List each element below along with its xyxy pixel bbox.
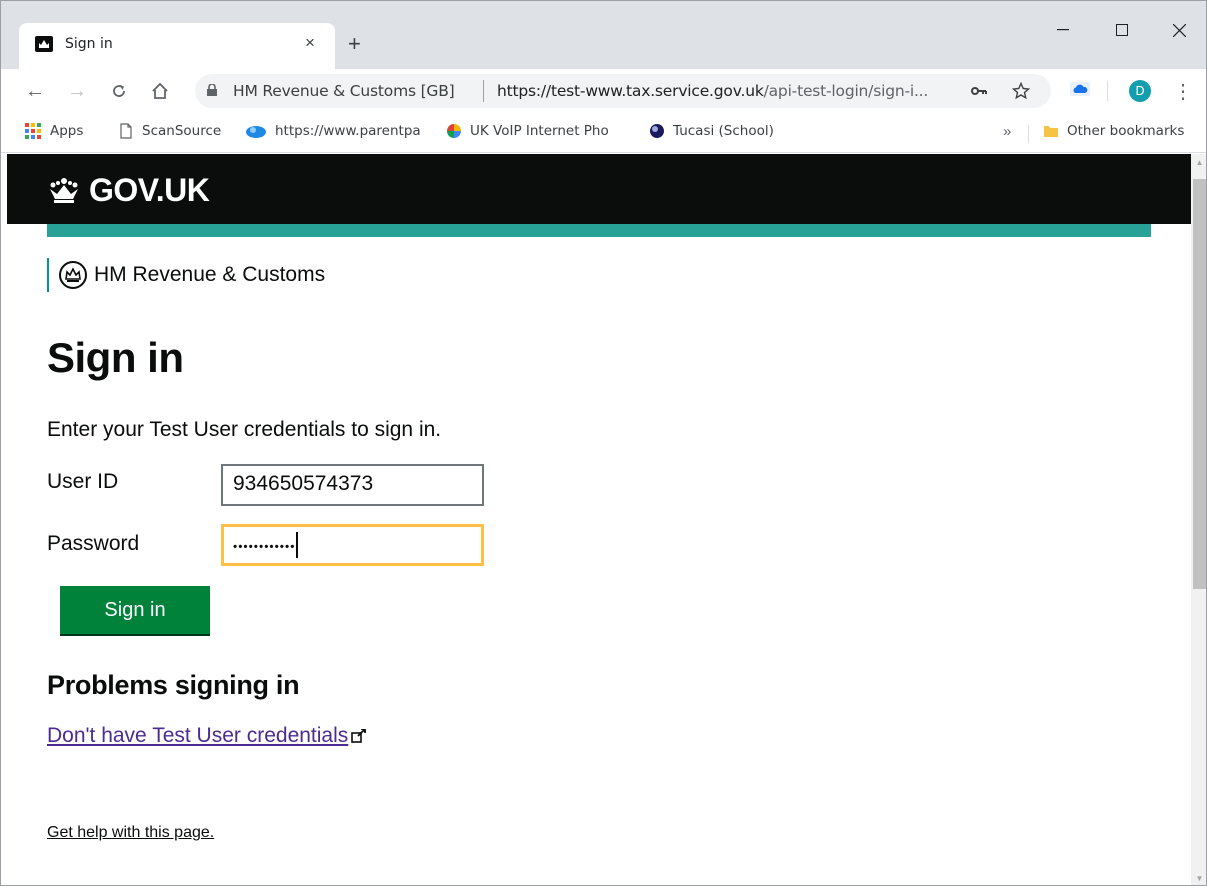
- page-viewport: GOV.UK HM Revenue & Customs Sign in Ente…: [1, 154, 1191, 885]
- problems-heading: Problems signing in: [47, 670, 300, 700]
- forward-arrow-icon[interactable]: →: [63, 77, 91, 105]
- profile-avatar[interactable]: D: [1129, 80, 1151, 102]
- bookmark-parentpay[interactable]: https://www.parentpa: [245, 123, 421, 139]
- menu-dots-icon[interactable]: ⋮: [1173, 79, 1193, 104]
- maximize-icon[interactable]: [1102, 15, 1142, 45]
- password-label: Password: [47, 532, 140, 555]
- pinwheel-icon: [447, 124, 461, 138]
- toolbar-divider: [1107, 81, 1108, 101]
- govuk-header: GOV.UK: [7, 154, 1191, 224]
- test-user-credentials-link[interactable]: Don't have Test User credentials: [47, 724, 367, 748]
- govuk-logo-text: GOV.UK: [89, 172, 210, 208]
- user-id-value: 934650574373: [233, 472, 374, 495]
- department-name: HM Revenue & Customs: [94, 263, 326, 286]
- scroll-up-arrow-icon[interactable]: ▲: [1195, 158, 1204, 167]
- bookmark-label: UK VoIP Internet Pho: [470, 123, 609, 139]
- tab-close-icon[interactable]: ×: [305, 33, 315, 53]
- page-title: Sign in: [47, 334, 184, 381]
- text-caret: [296, 532, 299, 558]
- other-bookmarks[interactable]: Other bookmarks: [1043, 123, 1184, 139]
- tab-strip: Sign in × +: [1, 1, 1206, 69]
- get-help-link[interactable]: Get help with this page.: [47, 824, 214, 842]
- scroll-thumb[interactable]: [1193, 179, 1206, 589]
- bookmark-uk-voip[interactable]: UK VoIP Internet Pho: [446, 123, 609, 139]
- scroll-down-arrow-icon[interactable]: ▼: [1195, 874, 1204, 883]
- other-bookmarks-label: Other bookmarks: [1067, 123, 1185, 139]
- browser-window: Sign in × + ← → HM Revenue & Customs [GB…: [0, 0, 1207, 886]
- user-id-input[interactable]: 934650574373: [221, 464, 484, 506]
- url-text: https://test-www.tax.service.gov.uk/api-…: [497, 82, 928, 100]
- globe-icon: [650, 124, 664, 138]
- crown-icon: [35, 36, 53, 52]
- url-host: https://test-www.tax.service.gov.uk: [497, 82, 764, 100]
- home-icon[interactable]: [146, 77, 174, 105]
- external-link-icon: [351, 729, 367, 743]
- bookmark-label: Apps: [50, 123, 84, 139]
- hmrc-colour-bar: [47, 224, 1151, 237]
- govuk-logo[interactable]: GOV.UK: [47, 172, 210, 209]
- bookmark-label: https://www.parentpa: [275, 123, 421, 139]
- reload-icon[interactable]: [105, 77, 133, 105]
- test-user-credentials-link-text: Don't have Test User credentials: [47, 724, 349, 747]
- password-value: ••••••••••••: [233, 539, 296, 554]
- user-id-label: User ID: [47, 470, 119, 493]
- url-path: /api-test-login/sign-i...: [763, 82, 929, 100]
- cloud-extension-icon[interactable]: [1069, 81, 1091, 97]
- key-icon[interactable]: [967, 79, 991, 103]
- apps-grid-icon: [25, 123, 41, 139]
- crown-icon: [50, 177, 78, 203]
- bookmark-tucasi[interactable]: Tucasi (School): [649, 123, 774, 139]
- back-arrow-icon[interactable]: ←: [21, 77, 49, 105]
- window-close-icon[interactable]: [1159, 15, 1199, 45]
- blue-cloud-icon: [246, 126, 266, 138]
- bookmarks-bar: Apps ScanSource https://www.parentpa UK …: [1, 113, 1206, 153]
- site-identity: HM Revenue & Customs [GB]: [233, 82, 455, 100]
- intro-text: Enter your Test User credentials to sign…: [47, 418, 442, 441]
- page-scrollbar[interactable]: ▲ ▼: [1191, 154, 1206, 885]
- bookmark-star-icon[interactable]: [1009, 79, 1033, 103]
- password-input[interactable]: ••••••••••••: [221, 524, 484, 566]
- hmrc-department-logo[interactable]: HM Revenue & Customs: [47, 258, 325, 292]
- page-icon: [120, 123, 132, 139]
- address-bar[interactable]: HM Revenue & Customs [GB] https://test-w…: [195, 74, 1051, 108]
- bookmarks-overflow-icon[interactable]: »: [1003, 123, 1011, 140]
- bookmark-scansource[interactable]: ScanSource: [118, 123, 221, 139]
- bookmark-apps[interactable]: Apps: [25, 123, 83, 139]
- folder-icon: [1044, 126, 1058, 137]
- lock-icon: [207, 84, 217, 96]
- bookmark-label: Tucasi (School): [673, 123, 774, 139]
- browser-toolbar: ← → HM Revenue & Customs [GB] https://te…: [1, 69, 1206, 113]
- bookmarks-divider: [1028, 125, 1029, 143]
- hmrc-crest-icon: [59, 261, 87, 289]
- new-tab-icon[interactable]: +: [348, 31, 361, 57]
- tab-title: Sign in: [65, 36, 113, 52]
- sign-in-button[interactable]: Sign in: [60, 586, 210, 634]
- minimize-icon[interactable]: [1043, 15, 1083, 45]
- bookmark-label: ScanSource: [142, 123, 222, 139]
- browser-tab[interactable]: Sign in ×: [19, 23, 335, 69]
- omnibox-divider: [483, 80, 484, 102]
